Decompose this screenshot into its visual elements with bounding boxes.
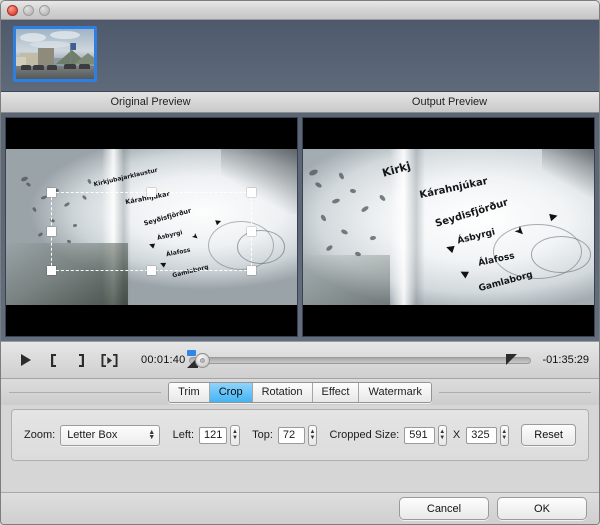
crop-handle-bottom-left[interactable] <box>47 265 57 275</box>
crop-settings-panel: Zoom: Letter Box ▲ ▼ Left: 121 ▲ ▼ Top: 72… <box>11 409 589 461</box>
ok-button[interactable]: OK <box>497 497 587 520</box>
crop-handle-top-center[interactable] <box>146 187 156 197</box>
cloud-shape <box>30 41 70 48</box>
cloud-shape <box>50 31 80 39</box>
crop-dialog-window: Original Preview Output Preview Kirkjuba… <box>0 0 600 525</box>
playback-transport-bar: 00:01:40 -01:35:29 <box>1 341 599 379</box>
flag-shape <box>71 43 76 50</box>
reset-button[interactable]: Reset <box>521 424 576 446</box>
dialog-footer: Cancel OK <box>1 492 599 524</box>
title-bar <box>1 1 599 20</box>
window-controls <box>7 5 50 16</box>
crop-handle-middle-right[interactable] <box>246 226 256 236</box>
left-label: Left: <box>172 429 194 441</box>
crop-handle-middle-left[interactable] <box>47 226 57 236</box>
cancel-button[interactable]: Cancel <box>399 497 489 520</box>
cropped-height-input[interactable]: 325 <box>466 426 497 444</box>
crop-handle-bottom-right[interactable] <box>246 265 256 275</box>
tab-rotation[interactable]: Rotation <box>252 382 313 402</box>
zoom-mode-select[interactable]: Letter Box ▲ ▼ <box>60 424 161 446</box>
top-stepper[interactable]: ▲ ▼ <box>307 424 318 446</box>
top-label: Top: <box>252 429 273 441</box>
trim-start-marker-highlight <box>187 350 197 356</box>
car-shape <box>79 64 90 69</box>
tab-trim[interactable]: Trim <box>169 382 210 402</box>
car-shape <box>33 65 44 70</box>
trim-end-marker[interactable] <box>505 354 517 365</box>
current-time-label: 00:01:40 <box>141 354 186 366</box>
left-stepper[interactable]: ▲ ▼ <box>230 424 240 446</box>
original-preview-label: Original Preview <box>110 96 191 108</box>
output-video-frame: Kirkj Kárahnjúkar Seydisfjörður Ásbyrgi … <box>303 148 594 306</box>
crop-panel-wrapper: Zoom: Letter Box ▲ ▼ Left: 121 ▲ ▼ Top: 72… <box>1 405 599 461</box>
size-separator-label: X <box>452 429 461 441</box>
photo-shadow <box>303 255 391 306</box>
crop-selection-box[interactable] <box>47 187 256 275</box>
crop-handle-top-right[interactable] <box>246 187 256 197</box>
timeline-track[interactable] <box>189 356 531 364</box>
cropped-width-input[interactable]: 591 <box>404 426 435 444</box>
output-preview-pane: Kirkj Kárahnjúkar Seydisfjörður Ásbyrgi … <box>302 117 595 337</box>
editor-tab-bar: Trim Crop Rotation Effect Watermark <box>1 379 599 405</box>
photo-dark-corner <box>541 148 594 199</box>
thumbnail-strip <box>1 20 599 92</box>
original-preview-pane[interactable]: Kirkjubajarklaustur Kárahnjúkar Seyðisfj… <box>5 117 298 337</box>
paper-fold <box>390 148 426 306</box>
set-start-point-button[interactable] <box>39 349 67 371</box>
original-video-frame: Kirkjubajarklaustur Kárahnjúkar Seyðisfj… <box>6 148 297 306</box>
output-preview-label: Output Preview <box>411 96 488 108</box>
crop-handle-top-left[interactable] <box>47 187 57 197</box>
tab-group: Trim Crop Rotation Effect Watermark <box>168 381 432 403</box>
map-sketch <box>530 236 592 273</box>
timeline-slider[interactable] <box>187 349 531 371</box>
play-button[interactable] <box>11 349 39 371</box>
playhead-knob[interactable] <box>194 352 210 368</box>
play-selection-button[interactable] <box>95 349 123 371</box>
set-end-point-button[interactable] <box>67 349 95 371</box>
car-shape <box>64 64 76 69</box>
tab-watermark[interactable]: Watermark <box>359 382 431 402</box>
mountain-shape <box>74 53 94 64</box>
tab-crop[interactable]: Crop <box>209 382 253 402</box>
car-shape <box>47 65 57 70</box>
preview-headers: Original Preview Output Preview <box>1 92 599 113</box>
top-input[interactable]: 72 <box>277 426 305 444</box>
cropped-size-label: Cropped Size: <box>329 429 400 441</box>
minimize-button-icon[interactable] <box>23 5 34 16</box>
zoom-label: Zoom: <box>24 429 56 441</box>
zoom-button-icon[interactable] <box>39 5 50 16</box>
cropped-width-stepper[interactable]: ▲ ▼ <box>437 424 447 446</box>
left-input[interactable]: 121 <box>199 426 228 444</box>
chevron-updown-icon: ▲ ▼ <box>148 429 156 441</box>
close-button-icon[interactable] <box>7 5 18 16</box>
zoom-mode-value: Letter Box <box>67 429 118 441</box>
preview-panes: Kirkjubajarklaustur Kárahnjúkar Seyðisfj… <box>1 113 599 341</box>
video-thumbnail[interactable] <box>13 26 97 82</box>
cropped-height-stepper[interactable]: ▲ ▼ <box>499 424 509 446</box>
remaining-time-label: -01:35:29 <box>542 354 589 366</box>
crop-handle-bottom-center[interactable] <box>146 265 156 275</box>
tab-effect[interactable]: Effect <box>312 382 360 402</box>
car-shape <box>21 65 31 70</box>
